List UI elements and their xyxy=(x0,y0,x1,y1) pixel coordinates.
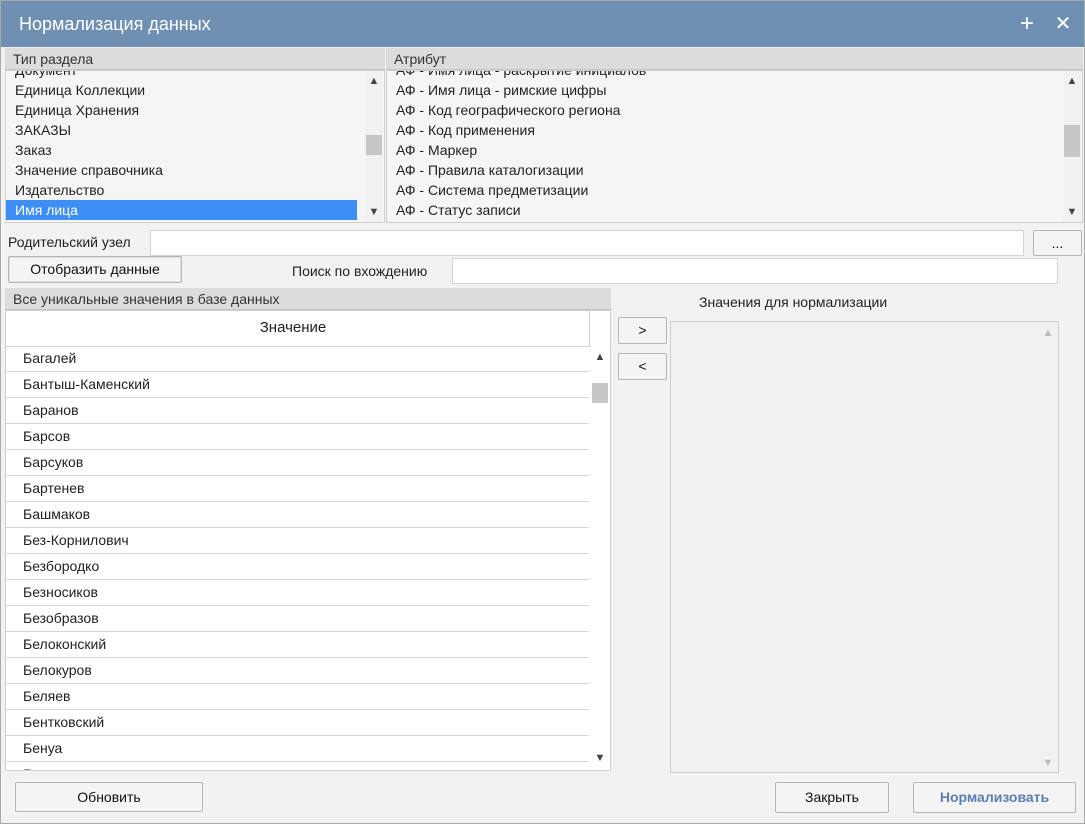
search-input[interactable] xyxy=(452,258,1058,284)
browse-parent-button[interactable]: ... xyxy=(1033,230,1082,256)
scroll-thumb[interactable] xyxy=(1064,125,1080,157)
chevron-down-icon[interactable]: ▼ xyxy=(1039,755,1057,771)
scroll-thumb[interactable] xyxy=(592,383,608,403)
table-row[interactable]: Бантыш-Каменский xyxy=(6,372,589,398)
section-type-items: Документ Единица Коллекции Единица Хранени… xyxy=(6,71,384,222)
table-row[interactable]: Безобразов xyxy=(6,606,589,632)
list-item[interactable]: АФ - Система предметизации xyxy=(387,180,1082,200)
unique-values-grid[interactable]: Значение Багалей Бантыш-Каменский Баранов Б… xyxy=(5,310,611,771)
window-title: Нормализация данных xyxy=(19,14,211,34)
table-row[interactable]: Багалей xyxy=(6,346,589,372)
normalize-values-list[interactable]: ▲ ▼ xyxy=(670,321,1059,773)
normalize-list-scrollbar[interactable]: ▲ ▼ xyxy=(1039,322,1057,772)
attribute-list-scrollbar[interactable]: ▲ ▼ xyxy=(1063,71,1081,222)
table-row[interactable]: Баранов xyxy=(6,398,589,424)
search-label: Поиск по вхождению xyxy=(292,263,428,279)
move-right-button[interactable]: > xyxy=(618,317,667,344)
parent-node-field[interactable] xyxy=(150,230,1024,256)
list-item[interactable]: АФ - Имя лица - раскрытие инициалов xyxy=(387,71,1082,80)
refresh-button[interactable]: Обновить xyxy=(15,782,203,812)
list-item[interactable]: АФ - Имя лица - римские цифры xyxy=(387,80,1082,100)
unique-values-header: Все уникальные значения в базе данных xyxy=(5,288,611,310)
list-item[interactable]: Заказ xyxy=(6,140,384,160)
normalization-window: Нормализация данных + ✕ Тип раздела Доку… xyxy=(0,0,1085,824)
list-item[interactable]: ЗАКАЗЫ xyxy=(6,120,384,140)
chevron-down-icon[interactable]: ▼ xyxy=(591,750,609,766)
table-row[interactable]: Бартенев xyxy=(6,476,589,502)
attribute-items: АФ - Имя лица - раскрытие инициалов АФ - … xyxy=(387,71,1082,222)
chevron-up-icon[interactable]: ▲ xyxy=(1039,325,1057,341)
list-item[interactable]: АФ - Статус записи xyxy=(387,200,1082,220)
close-button[interactable]: Закрыть xyxy=(775,782,889,813)
close-icon[interactable]: ✕ xyxy=(1049,9,1077,39)
table-row[interactable]: Бентковский xyxy=(6,710,589,736)
parent-node-label: Родительский узел xyxy=(8,234,131,250)
list-item[interactable]: Единица Коллекции xyxy=(6,80,384,100)
normalize-values-header: Значения для нормализации xyxy=(699,294,888,310)
table-row[interactable]: Бенуа xyxy=(6,736,589,762)
show-data-button[interactable]: Отобразить данные xyxy=(8,256,182,283)
table-row[interactable]: Бер xyxy=(6,762,589,770)
list-item[interactable]: АФ - Код применения xyxy=(387,120,1082,140)
unique-values-rows: Багалей Бантыш-Каменский Баранов Барсов Барс… xyxy=(6,346,589,770)
list-item[interactable]: АФ - Тип записи xyxy=(387,220,1082,222)
chevron-down-icon[interactable]: ▼ xyxy=(365,204,383,220)
section-type-list[interactable]: Документ Единица Коллекции Единица Хранени… xyxy=(5,70,385,223)
attribute-list[interactable]: АФ - Имя лица - раскрытие инициалов АФ - … xyxy=(386,70,1083,223)
list-item[interactable]: Значение справочника xyxy=(6,160,384,180)
list-item[interactable]: АФ - Код географического региона xyxy=(387,100,1082,120)
normalize-button[interactable]: Нормализовать xyxy=(913,782,1076,813)
title-bar: Нормализация данных + ✕ xyxy=(1,1,1084,47)
section-list-scrollbar[interactable]: ▲ ▼ xyxy=(365,71,383,222)
column-separator xyxy=(589,311,590,346)
chevron-up-icon[interactable]: ▲ xyxy=(591,349,609,365)
list-item[interactable]: Историческая справка xyxy=(6,220,384,222)
list-item[interactable]: Издательство xyxy=(6,180,384,200)
section-type-header: Тип раздела xyxy=(5,48,385,70)
scroll-thumb[interactable] xyxy=(366,135,382,155)
values-scrollbar[interactable]: ▲ ▼ xyxy=(591,346,609,770)
chevron-up-icon[interactable]: ▲ xyxy=(365,73,383,89)
table-row[interactable]: Башмаков xyxy=(6,502,589,528)
list-item[interactable]: Документ xyxy=(6,71,384,80)
list-item[interactable]: Имя лица xyxy=(6,200,357,220)
table-row[interactable]: Беляев xyxy=(6,684,589,710)
table-row[interactable]: Безбородко xyxy=(6,554,589,580)
table-row[interactable]: Без-Корнилович xyxy=(6,528,589,554)
chevron-up-icon[interactable]: ▲ xyxy=(1063,73,1081,89)
chevron-down-icon[interactable]: ▼ xyxy=(1063,204,1081,220)
table-row[interactable]: Белокуров xyxy=(6,658,589,684)
table-row[interactable]: Барсов xyxy=(6,424,589,450)
table-row[interactable]: Белоконский xyxy=(6,632,589,658)
list-item[interactable]: Единица Хранения xyxy=(6,100,384,120)
table-row[interactable]: Безносиков xyxy=(6,580,589,606)
list-item[interactable]: АФ - Маркер xyxy=(387,140,1082,160)
value-column-label: Значение xyxy=(259,319,327,336)
list-item[interactable]: АФ - Правила каталогизации xyxy=(387,160,1082,180)
table-row[interactable]: Барсуков xyxy=(6,450,589,476)
add-icon[interactable]: + xyxy=(1013,9,1041,39)
value-column-header[interactable]: Значение xyxy=(6,311,610,347)
move-left-button[interactable]: < xyxy=(618,353,667,380)
attribute-header: Атрибут xyxy=(386,48,1083,70)
